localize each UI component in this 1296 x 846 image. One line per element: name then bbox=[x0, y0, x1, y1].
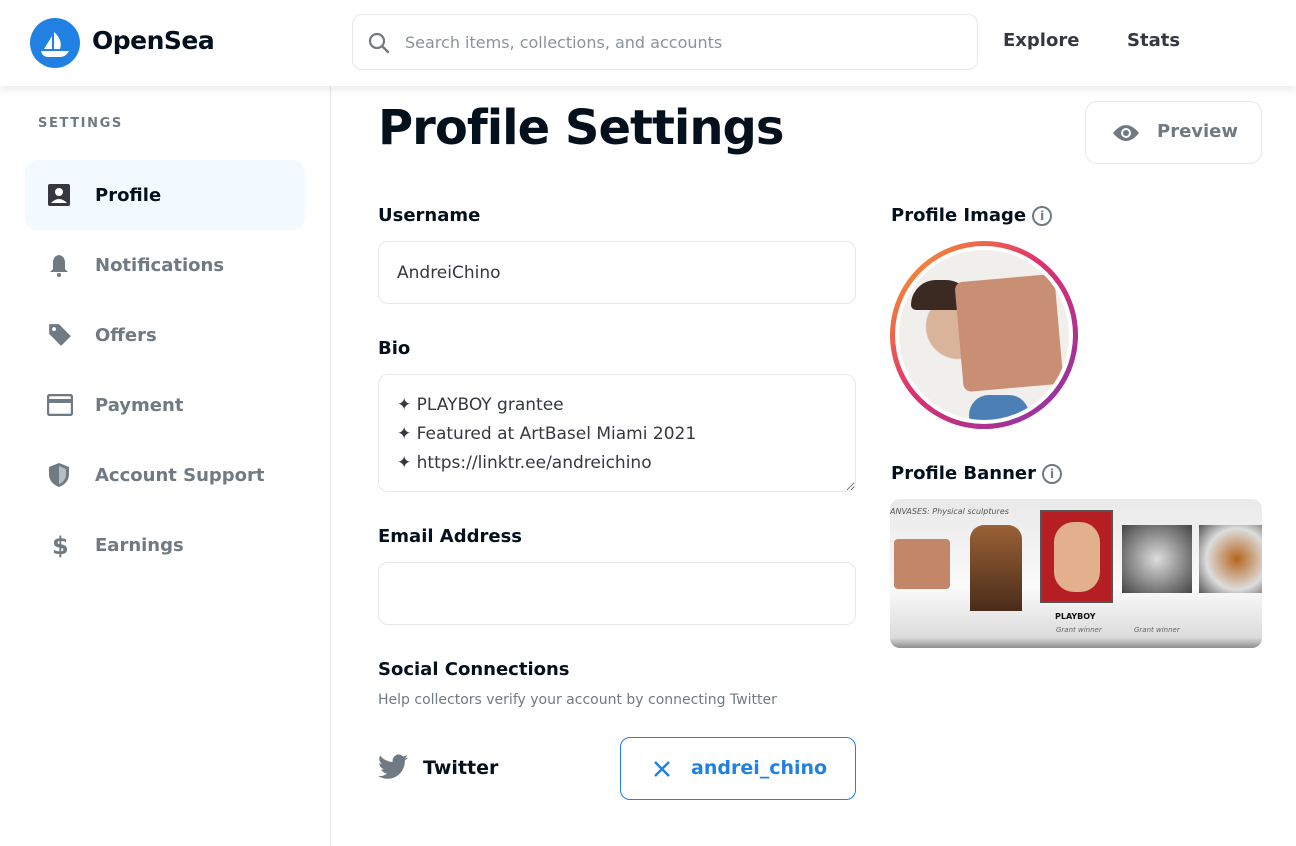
banner-artwork bbox=[970, 525, 1022, 611]
info-icon[interactable]: i bbox=[1042, 464, 1063, 484]
twitter-label: Twitter bbox=[423, 757, 499, 779]
email-input[interactable] bbox=[378, 562, 856, 625]
search-icon bbox=[368, 32, 390, 54]
nav-explore[interactable]: Explore bbox=[1003, 30, 1079, 51]
username-input[interactable] bbox=[378, 241, 856, 304]
profile-image-label: Profile Image i bbox=[891, 205, 1053, 226]
profile-banner-label-text: Profile Banner bbox=[891, 463, 1037, 484]
bell-icon bbox=[50, 255, 68, 277]
playboy-logo: PLAYBOY bbox=[1055, 612, 1096, 621]
sidebar-item-label: Notifications bbox=[95, 254, 225, 276]
dollar-icon: $ bbox=[52, 532, 69, 558]
bio-textarea[interactable]: ✦ PLAYBOY grantee ✦ Featured at ArtBasel… bbox=[378, 374, 856, 492]
disconnect-twitter-button[interactable]: andrei_chino bbox=[620, 737, 856, 800]
page-title: Profile Settings bbox=[378, 100, 784, 156]
banner-artwork bbox=[1199, 525, 1262, 593]
sidebar-item-earnings[interactable]: $ Earnings bbox=[25, 510, 305, 580]
banner-artwork bbox=[894, 539, 950, 589]
eye-icon bbox=[1113, 125, 1139, 141]
credit-card-icon bbox=[47, 394, 73, 416]
sidebar-item-notifications[interactable]: Notifications bbox=[25, 230, 305, 300]
profile-image-label-text: Profile Image bbox=[891, 205, 1027, 226]
svg-text:$: $ bbox=[52, 532, 69, 558]
sidebar-caption: SETTINGS bbox=[38, 116, 123, 131]
sidebar-item-label: Payment bbox=[95, 394, 184, 416]
sidebar-item-label: Profile bbox=[95, 184, 162, 206]
username-label: Username bbox=[378, 205, 481, 226]
search-input[interactable] bbox=[405, 29, 965, 55]
social-connections-subtitle: Help collectors verify your account by c… bbox=[378, 692, 777, 708]
email-label: Email Address bbox=[378, 526, 523, 547]
banner-caption: ANVASES: Physical sculptures bbox=[890, 507, 1009, 516]
banner-artwork bbox=[1040, 510, 1113, 603]
shield-icon bbox=[49, 463, 69, 487]
sidebar-item-account-support[interactable]: Account Support bbox=[25, 440, 305, 510]
sidebar-item-label: Offers bbox=[95, 324, 157, 346]
profile-image-upload[interactable] bbox=[890, 241, 1078, 429]
info-icon[interactable]: i bbox=[1032, 206, 1053, 226]
grant-caption: Grant winner bbox=[1134, 626, 1180, 634]
brand-name[interactable]: OpenSea bbox=[92, 26, 215, 55]
profile-banner-label: Profile Banner i bbox=[891, 463, 1063, 484]
tag-icon bbox=[49, 324, 71, 346]
profile-image bbox=[899, 250, 1069, 420]
search-bar[interactable] bbox=[352, 14, 978, 70]
settings-sidebar: SETTINGS Profile Notifications Offers Pa… bbox=[0, 86, 331, 846]
preview-button[interactable]: Preview bbox=[1085, 101, 1262, 164]
sidebar-item-label: Account Support bbox=[95, 464, 265, 486]
grant-caption: Grant winner bbox=[1056, 626, 1102, 634]
profile-icon bbox=[48, 184, 70, 206]
nav-stats[interactable]: Stats bbox=[1127, 30, 1180, 51]
connected-account-name: andrei_chino bbox=[691, 757, 828, 779]
sidebar-item-profile[interactable]: Profile bbox=[25, 160, 305, 230]
sidebar-item-label: Earnings bbox=[95, 534, 184, 556]
banner-artwork bbox=[1122, 525, 1192, 593]
top-header: OpenSea Explore Stats bbox=[0, 0, 1296, 86]
profile-banner-upload[interactable]: ANVASES: Physical sculptures Grant winne… bbox=[890, 499, 1262, 648]
bio-label: Bio bbox=[378, 338, 411, 359]
sidebar-item-offers[interactable]: Offers bbox=[25, 300, 305, 370]
twitter-icon bbox=[378, 754, 408, 779]
opensea-logo[interactable] bbox=[30, 18, 80, 68]
close-icon bbox=[654, 761, 670, 777]
social-connections-title: Social Connections bbox=[378, 659, 570, 680]
sidebar-item-payment[interactable]: Payment bbox=[25, 370, 305, 440]
preview-label: Preview bbox=[1157, 121, 1239, 142]
